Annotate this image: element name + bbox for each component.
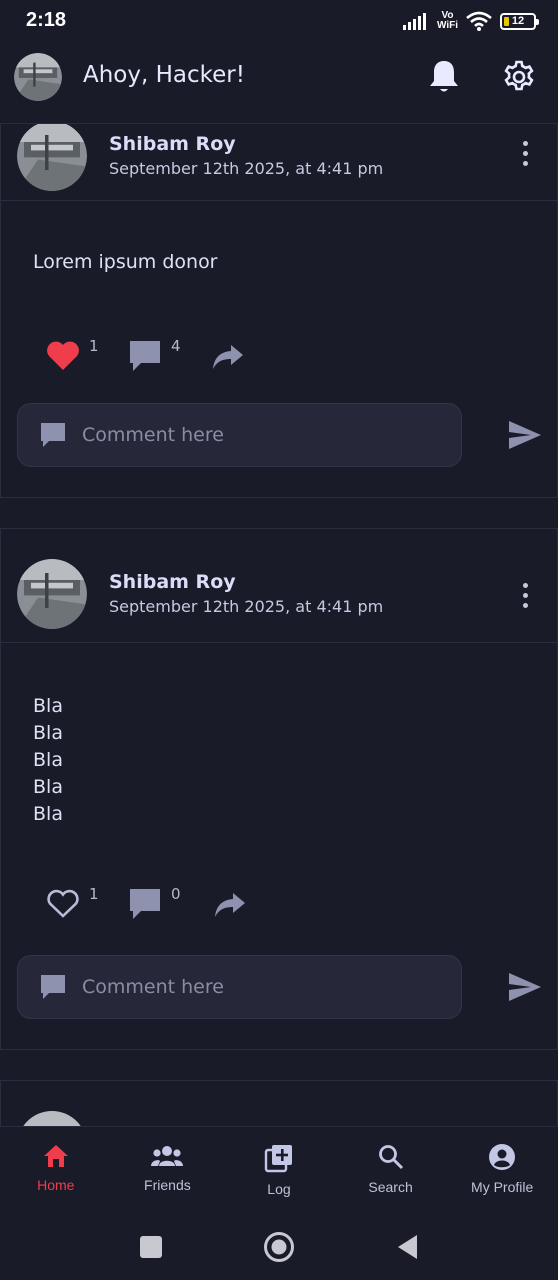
search-icon (378, 1145, 403, 1170)
send-comment-button[interactable] (503, 967, 547, 1007)
system-nav-bar (0, 1214, 558, 1280)
comment-icon (41, 423, 65, 447)
status-icons: Vo WiFi 12 (402, 8, 539, 34)
post-body: Lorem ipsum donor (33, 251, 218, 273)
comment-field[interactable] (17, 955, 462, 1019)
comments-button[interactable]: 4 (127, 337, 181, 373)
nav-label: My Profile (471, 1179, 534, 1195)
post-body: Bla Bla Bla Bla Bla (33, 695, 63, 825)
comment-composer (17, 403, 547, 467)
like-button[interactable]: 1 (45, 337, 99, 371)
comment-composer (17, 955, 547, 1019)
back-button[interactable] (390, 1230, 424, 1264)
share-icon (213, 345, 243, 369)
author-avatar[interactable] (17, 124, 87, 191)
comments-button[interactable]: 0 (127, 885, 181, 921)
send-icon (509, 973, 541, 1001)
nav-home[interactable]: Home (0, 1127, 112, 1214)
share-icon (215, 893, 245, 917)
comment-icon (130, 889, 160, 919)
nav-friends[interactable]: Friends (112, 1127, 224, 1214)
comment-input[interactable] (82, 424, 422, 446)
signal-icon (402, 13, 426, 30)
greeting-title: Ahoy, Hacker! (83, 62, 245, 88)
status-bar: 2:18 Vo WiFi 12 (0, 0, 558, 44)
nav-label: Log (267, 1181, 291, 1197)
wifi-icon (466, 11, 492, 31)
app-header: Ahoy, Hacker! (0, 44, 558, 124)
bottom-nav: Home Friends Log Search My Profile (0, 1126, 558, 1214)
post-date: September 12th 2025, at 4:41 pm (109, 597, 384, 616)
settings-button[interactable] (499, 57, 539, 97)
author-name[interactable]: Shibam Roy (109, 571, 236, 593)
post-card (0, 1080, 558, 1126)
nav-my-profile[interactable]: My Profile (446, 1127, 558, 1214)
author-avatar[interactable] (17, 1111, 87, 1126)
send-comment-button[interactable] (503, 415, 547, 455)
more-vert-icon (522, 140, 528, 146)
comment-field[interactable] (17, 403, 462, 467)
like-count: 1 (89, 337, 99, 355)
share-button[interactable] (213, 891, 247, 919)
bell-icon (430, 61, 458, 92)
post-actions: 1 0 (45, 885, 305, 927)
square-icon (140, 1236, 162, 1258)
profile-icon (489, 1144, 516, 1170)
nav-label: Home (37, 1177, 75, 1193)
comment-count: 0 (171, 885, 181, 903)
post-date: September 12th 2025, at 4:41 pm (109, 159, 384, 178)
battery-icon: 12 (500, 12, 539, 30)
home-icon (43, 1145, 68, 1167)
vowifi-icon: Vo WiFi (436, 10, 458, 31)
send-icon (509, 421, 541, 449)
post-actions: 1 4 (45, 337, 305, 379)
circle-icon (264, 1232, 294, 1262)
post-card: Shibam Roy September 12th 2025, at 4:41 … (0, 528, 558, 1050)
status-time: 2:18 (26, 9, 67, 31)
more-options-button[interactable] (513, 133, 537, 173)
gear-icon (504, 60, 534, 91)
comment-icon (130, 341, 160, 371)
user-avatar[interactable] (14, 53, 62, 101)
comment-count: 4 (171, 337, 181, 355)
heart-filled-icon (47, 341, 79, 370)
friends-icon (151, 1146, 184, 1166)
heart-outline-icon (47, 889, 79, 918)
comment-icon (41, 975, 65, 999)
nav-log[interactable]: Log (223, 1127, 335, 1214)
post-header: Shibam Roy September 12th 2025, at 4:41 … (1, 529, 557, 643)
author-name[interactable]: Shibam Roy (109, 133, 236, 155)
add-post-icon (264, 1145, 292, 1173)
author-avatar[interactable] (17, 559, 87, 629)
nav-label: Friends (144, 1177, 191, 1193)
more-options-button[interactable] (513, 575, 537, 615)
like-count: 1 (89, 885, 99, 903)
recents-button[interactable] (134, 1230, 168, 1264)
share-button[interactable] (211, 343, 245, 371)
like-button[interactable]: 1 (45, 885, 99, 919)
comment-input[interactable] (82, 976, 422, 998)
nav-label: Search (368, 1179, 413, 1195)
post-card: Shibam Roy September 12th 2025, at 4:41 … (0, 124, 558, 498)
back-triangle-icon (398, 1235, 417, 1259)
notifications-button[interactable] (424, 57, 464, 97)
post-feed[interactable]: Shibam Roy September 12th 2025, at 4:41 … (0, 124, 558, 1126)
nav-search[interactable]: Search (335, 1127, 447, 1214)
home-system-button[interactable] (262, 1230, 296, 1264)
more-vert-icon (522, 582, 528, 588)
post-header: Shibam Roy September 12th 2025, at 4:41 … (1, 124, 557, 201)
